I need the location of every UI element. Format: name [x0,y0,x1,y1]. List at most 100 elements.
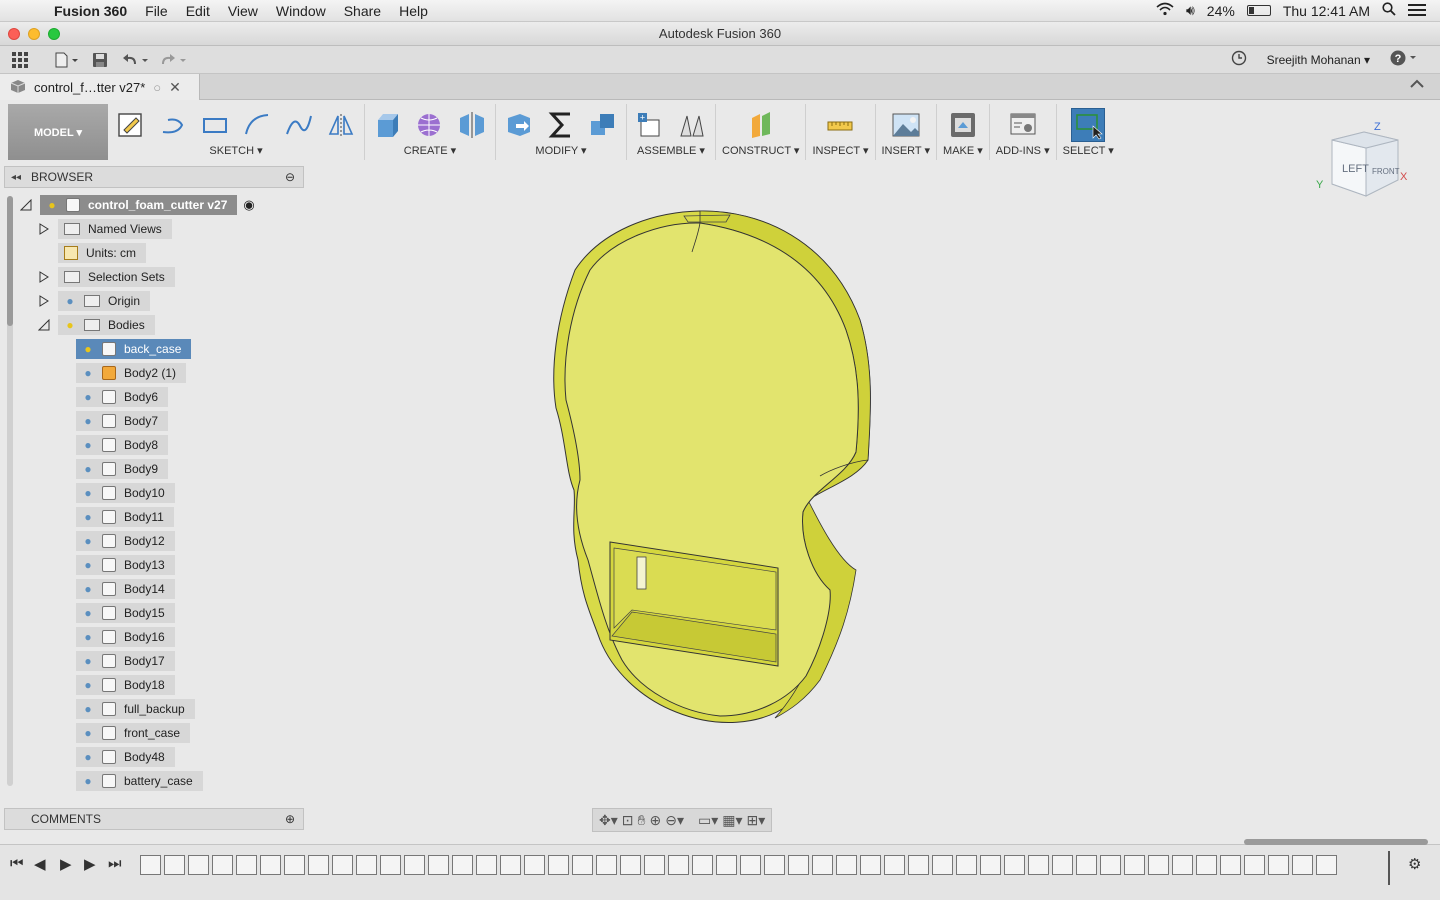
battery-icon[interactable] [1246,5,1271,16]
combine-icon[interactable] [586,108,620,142]
timeline-play-icon[interactable]: ▶︎ [60,855,72,873]
redo-icon[interactable] [160,46,190,74]
body-row[interactable]: ● Body48 [76,747,175,767]
arc-tool-icon[interactable] [240,108,274,142]
timeline-feature[interactable] [596,855,617,875]
activate-component-radio-icon[interactable]: ◉ [243,197,254,213]
visibility-bulb-icon[interactable]: ● [82,462,94,476]
timeline-feature[interactable] [332,855,353,875]
mirror-body-icon[interactable] [455,108,489,142]
timeline-feature[interactable] [452,855,473,875]
timeline-feature[interactable] [1172,855,1193,875]
timeline-feature[interactable] [476,855,497,875]
tree-row-bodies[interactable]: ● Bodies [38,315,155,335]
3d-model-shape[interactable] [553,210,871,723]
body-row[interactable]: ● Body13 [76,555,175,575]
zoom-icon[interactable]: ⊕ [649,812,661,829]
collapse-browser-icon[interactable]: ◂◂ [5,172,27,183]
rectangle-tool-icon[interactable] [198,108,232,142]
minimize-window-button[interactable] [28,28,40,40]
view-cube-left-face[interactable]: LEFT [1342,163,1369,175]
joint-icon[interactable] [675,108,709,142]
timeline-feature[interactable] [212,855,233,875]
timeline-feature[interactable] [356,855,377,875]
timeline-feature[interactable] [1124,855,1145,875]
body-row[interactable]: ● Body17 [76,651,175,671]
body-row[interactable]: ● Body12 [76,531,175,551]
timeline-feature[interactable] [884,855,905,875]
timeline-go-end-icon[interactable]: ⏭︎ [108,855,122,872]
create-sketch-icon[interactable] [114,108,148,142]
workspace-mode-menu[interactable]: MODEL ▾ [8,104,108,160]
view-cube-front-face[interactable]: FRONT [1372,167,1400,176]
visibility-bulb-icon[interactable]: ● [82,750,94,764]
body-item[interactable]: ● Body9 [76,459,169,479]
timeline-feature[interactable] [1316,855,1337,875]
timeline-feature[interactable] [572,855,593,875]
menu-help[interactable]: Help [390,3,437,19]
visibility-bulb-icon[interactable]: ● [82,558,94,572]
add-ins-menu[interactable]: ADD-INS ▾ [996,144,1050,157]
body-row[interactable]: ● battery_case [76,771,203,791]
menu-window[interactable]: Window [267,3,335,19]
visibility-bulb-icon[interactable]: ● [64,318,76,332]
document-tab[interactable]: control_f…tter v27* ○ ✕ [0,74,200,100]
body-row[interactable]: ● Body2 (1) [76,363,187,383]
timeline-feature[interactable] [404,855,425,875]
body-item[interactable]: ● Body11 [76,507,174,527]
timeline-feature[interactable] [668,855,689,875]
timeline-feature[interactable] [1004,855,1025,875]
collapse-tabs-chevron-icon[interactable] [1410,78,1424,92]
body-item[interactable]: ● back_case [76,339,192,359]
timeline-feature[interactable] [860,855,881,875]
save-icon[interactable] [92,46,108,74]
timeline-feature[interactable] [548,855,569,875]
named-views-folder[interactable]: Named Views [58,219,172,239]
data-panel-grid-icon[interactable] [12,51,28,68]
body-row[interactable]: ● Body14 [76,579,175,599]
body-row[interactable]: ● Body7 [76,411,169,431]
bodies-folder[interactable]: ● Bodies [58,315,155,335]
visibility-bulb-icon[interactable]: ● [82,438,94,452]
assemble-menu[interactable]: ASSEMBLE ▾ [637,144,705,157]
visibility-bulb-icon[interactable]: ● [82,342,94,356]
menu-file[interactable]: File [136,3,177,19]
expand-root-triangle-icon[interactable] [20,199,32,211]
timeline-feature[interactable] [740,855,761,875]
body-row[interactable]: ● back_case [76,339,192,359]
timeline-feature[interactable] [1148,855,1169,875]
body-row[interactable]: ● Body15 [76,603,175,623]
modify-menu[interactable]: MODIFY ▾ [535,144,586,157]
expand-triangle-icon[interactable] [38,295,50,307]
timeline-feature[interactable] [284,855,305,875]
tree-row-units[interactable]: Units: cm [58,243,147,263]
expand-triangle-icon[interactable] [38,223,50,235]
visibility-bulb-icon[interactable]: ● [82,630,94,644]
timeline-scrollbar[interactable] [1244,839,1428,845]
grid-settings-icon[interactable]: ▦▾ [722,812,742,829]
timeline-settings-gear-icon[interactable]: ⚙︎ [1408,855,1421,873]
viewport-canvas[interactable] [310,166,1430,802]
timeline-feature[interactable] [908,855,929,875]
timeline-feature[interactable] [956,855,977,875]
timeline-feature[interactable] [788,855,809,875]
close-window-button[interactable] [8,28,20,40]
file-menu-icon[interactable] [54,46,78,74]
timeline-feature[interactable] [1052,855,1073,875]
visibility-bulb-icon[interactable]: ● [82,774,94,788]
timeline-feature[interactable] [236,855,257,875]
app-menu[interactable]: Fusion 360 [52,3,136,19]
timeline-feature[interactable] [1100,855,1121,875]
visibility-bulb-icon[interactable]: ● [82,366,94,380]
timeline-feature[interactable] [1220,855,1241,875]
menu-share[interactable]: Share [335,3,390,19]
body-item[interactable]: ● battery_case [76,771,203,791]
body-item[interactable]: ● Body7 [76,411,169,431]
expand-triangle-icon[interactable] [38,271,50,283]
root-component[interactable]: ● control_foam_cutter v27 [40,195,238,215]
timeline-feature[interactable] [500,855,521,875]
collapse-triangle-icon[interactable] [38,319,50,331]
visibility-bulb-icon[interactable]: ● [82,414,94,428]
body-row[interactable]: ● Body10 [76,483,175,503]
menu-view[interactable]: View [219,3,267,19]
